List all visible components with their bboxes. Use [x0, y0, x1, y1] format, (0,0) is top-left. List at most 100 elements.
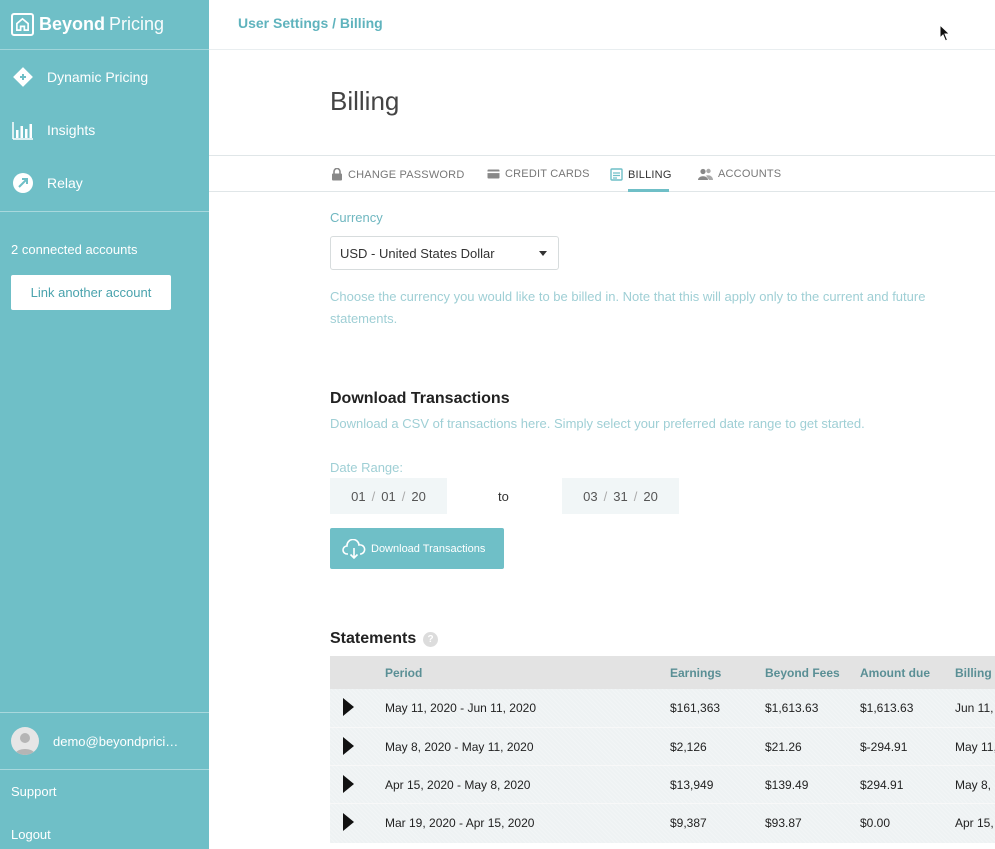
date-separator: /: [371, 488, 376, 504]
column-header-period[interactable]: Period: [385, 666, 422, 680]
expand-row-icon[interactable]: [343, 813, 354, 831]
user-email: demo@beyondprici…: [53, 733, 179, 749]
support-link[interactable]: Support: [11, 784, 57, 799]
logout-link[interactable]: Logout: [11, 827, 51, 842]
user-menu[interactable]: demo@beyondprici…: [0, 712, 209, 770]
chevron-down-icon: [539, 251, 547, 256]
amount-due-cell: $294.91: [860, 778, 904, 792]
nav-item-relay[interactable]: Relay: [0, 156, 209, 209]
tab-change-password[interactable]: CHANGE PASSWORD: [331, 168, 464, 181]
tab-credit-cards[interactable]: CREDIT CARDS: [487, 168, 590, 180]
amount-due-cell: $0.00: [860, 816, 891, 830]
nav-item-insights[interactable]: Insights: [0, 103, 209, 156]
nav-item-dynamic-pricing[interactable]: Dynamic Pricing: [0, 50, 209, 103]
tab-billing[interactable]: BILLING: [610, 168, 672, 181]
credit-card-icon: [487, 169, 500, 179]
top-bar: User Settings / Billing: [209, 0, 995, 50]
fees-cell: $139.49: [765, 778, 809, 792]
table-header: Period Earnings Beyond Fees Amount due B…: [330, 656, 995, 689]
earnings-cell: $13,949: [670, 778, 714, 792]
active-tab-indicator: [628, 189, 669, 192]
earnings-cell: $161,363: [670, 701, 721, 715]
column-header-beyond-fees[interactable]: Beyond Fees: [765, 666, 840, 680]
breadcrumb[interactable]: User Settings / Billing: [238, 15, 383, 31]
start-date-input[interactable]: 01 / 01 / 20: [330, 478, 447, 514]
brand-name-light: Pricing: [109, 14, 165, 34]
start-year[interactable]: 20: [411, 489, 425, 504]
date-separator: /: [401, 488, 406, 504]
billing-date-cell: Jun 11,: [955, 701, 994, 715]
brand-name-bold: Beyond: [39, 14, 106, 34]
end-month[interactable]: 03: [583, 489, 597, 504]
bar-chart-icon: [11, 118, 35, 142]
billing-date-cell: May 8,: [955, 778, 992, 792]
date-separator: /: [633, 488, 638, 504]
avatar: [11, 727, 39, 755]
column-header-billing[interactable]: Billing: [955, 666, 992, 680]
start-month[interactable]: 01: [351, 489, 365, 504]
page-title: Billing: [330, 86, 400, 116]
statements-title: Statements: [330, 630, 417, 647]
expand-row-icon[interactable]: [343, 698, 354, 716]
table-row[interactable]: May 8, 2020 - May 11, 2020 $2,126 $21.26…: [330, 727, 995, 765]
end-date-input[interactable]: 03 / 31 / 20: [562, 478, 679, 514]
invoice-icon: [610, 168, 623, 181]
tab-label: ACCOUNTS: [718, 168, 782, 180]
currency-select[interactable]: USD - United States Dollar: [330, 236, 559, 270]
currency-label: Currency: [330, 210, 383, 225]
mouse-pointer-icon: [939, 23, 951, 47]
settings-tabs: CHANGE PASSWORD CREDIT CARDS BILLING ACC…: [209, 155, 995, 192]
amount-due-cell: $-294.91: [860, 740, 908, 754]
download-transactions-title: Download Transactions: [330, 390, 510, 407]
start-day[interactable]: 01: [381, 489, 395, 504]
tab-accounts[interactable]: ACCOUNTS: [698, 168, 781, 180]
period-cell: Mar 19, 2020 - Apr 15, 2020: [385, 816, 535, 830]
help-icon[interactable]: ?: [423, 632, 438, 647]
date-range-label: Date Range:: [330, 460, 403, 475]
nav-item-label: Insights: [47, 121, 96, 138]
table-row[interactable]: Mar 19, 2020 - Apr 15, 2020 $9,387 $93.8…: [330, 803, 995, 843]
expand-row-icon[interactable]: [343, 775, 354, 793]
lock-icon: [331, 168, 343, 181]
cloud-download-icon: [342, 538, 366, 559]
column-header-amount-due[interactable]: Amount due: [860, 666, 930, 680]
connected-accounts-text: 2 connected accounts: [11, 242, 138, 257]
period-cell: Apr 15, 2020 - May 8, 2020: [385, 778, 531, 792]
sidebar: Beyond Pricing Dynamic Pricing Insights …: [0, 0, 209, 849]
end-day[interactable]: 31: [613, 489, 627, 504]
tab-label: CREDIT CARDS: [505, 168, 590, 180]
period-cell: May 11, 2020 - Jun 11, 2020: [385, 701, 536, 715]
fees-cell: $1,613.63: [765, 701, 819, 715]
relay-icon: [11, 171, 35, 195]
earnings-cell: $2,126: [670, 740, 707, 754]
fees-cell: $93.87: [765, 816, 802, 830]
currency-selected-value: USD - United States Dollar: [340, 245, 495, 261]
period-cell: May 8, 2020 - May 11, 2020: [385, 740, 534, 754]
table-row[interactable]: May 11, 2020 - Jun 11, 2020 $161,363 $1,…: [330, 689, 995, 727]
link-another-account-button[interactable]: Link another account: [11, 275, 171, 310]
end-year[interactable]: 20: [643, 489, 657, 504]
earnings-cell: $9,387: [670, 816, 707, 830]
billing-date-cell: May 11,: [955, 740, 995, 754]
download-transactions-description: Download a CSV of transactions here. Sim…: [330, 416, 865, 431]
to-label: to: [498, 489, 509, 504]
column-header-earnings[interactable]: Earnings: [670, 666, 721, 680]
billing-date-cell: Apr 15,: [955, 816, 994, 830]
amount-due-cell: $1,613.63: [860, 701, 914, 715]
expand-row-icon[interactable]: [343, 737, 354, 755]
nav-item-label: Dynamic Pricing: [47, 68, 149, 85]
download-button-label: Download Transactions: [371, 542, 486, 555]
fees-cell: $21.26: [765, 740, 802, 754]
tab-label: BILLING: [628, 168, 672, 181]
diamond-arrows-icon: [11, 65, 35, 89]
brand[interactable]: Beyond Pricing: [0, 0, 209, 50]
currency-help-text: Choose the currency you would like to be…: [330, 289, 926, 326]
nav-item-label: Relay: [47, 174, 83, 191]
date-separator: /: [603, 488, 608, 504]
tab-label: CHANGE PASSWORD: [348, 168, 465, 181]
home-logo-icon: [11, 13, 34, 36]
statements-table: Period Earnings Beyond Fees Amount due B…: [330, 656, 995, 843]
download-transactions-button[interactable]: Download Transactions: [330, 528, 504, 569]
users-icon: [698, 168, 713, 180]
table-row[interactable]: Apr 15, 2020 - May 8, 2020 $13,949 $139.…: [330, 765, 995, 803]
